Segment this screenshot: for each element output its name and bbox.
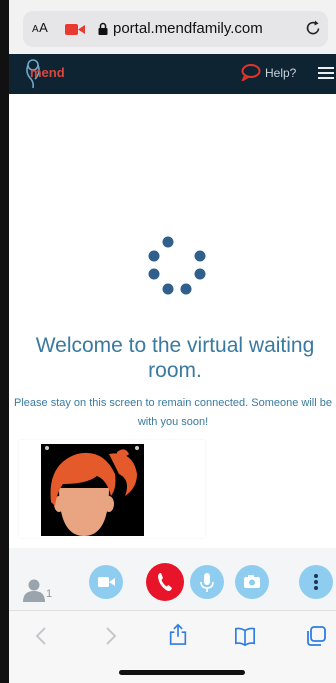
tabs-icon[interactable] xyxy=(305,625,327,647)
snapshot-button[interactable] xyxy=(235,565,269,599)
address-bar[interactable]: AA portal.mendfamily.com xyxy=(23,11,328,47)
device-bezel xyxy=(0,0,9,683)
book-icon[interactable] xyxy=(234,625,256,647)
chevron-left-icon[interactable] xyxy=(31,625,53,647)
url-text[interactable]: portal.mendfamily.com xyxy=(113,20,263,37)
reload-icon[interactable] xyxy=(304,19,322,37)
avatar xyxy=(41,444,144,536)
text-size-button[interactable]: AA xyxy=(32,20,48,35)
chevron-right-icon[interactable] xyxy=(99,625,121,647)
phone-screen: AA portal.mendfamily.com mend Help? Welc… xyxy=(0,0,336,683)
video-toggle-button[interactable] xyxy=(89,565,123,599)
loading-spinner-icon xyxy=(148,236,206,295)
self-video-preview[interactable] xyxy=(19,440,205,538)
waiting-room-title: Welcome to the virtual waiting room. xyxy=(35,334,315,382)
help-link[interactable]: Help? xyxy=(265,66,296,80)
logo-text: mend xyxy=(30,65,65,80)
more-vertical-icon xyxy=(314,574,318,590)
video-camera-icon xyxy=(98,577,115,587)
hamburger-menu-icon[interactable] xyxy=(318,66,334,80)
home-indicator[interactable] xyxy=(119,670,245,675)
app-header: mend Help? xyxy=(9,54,336,94)
call-controls: 1 xyxy=(9,548,336,610)
microphone-toggle-button[interactable] xyxy=(190,565,224,599)
more-options-button[interactable] xyxy=(299,565,333,599)
avatar-illustration xyxy=(45,446,139,536)
speech-bubble-icon[interactable] xyxy=(241,63,261,81)
hangup-button[interactable] xyxy=(146,563,184,601)
share-icon[interactable] xyxy=(167,623,189,645)
phone-hangup-icon xyxy=(158,573,172,591)
red-video-camera-icon[interactable] xyxy=(65,23,85,36)
camera-icon xyxy=(244,575,260,588)
lock-icon xyxy=(98,22,108,35)
browser-toolbar xyxy=(9,610,336,683)
participant-count: 1 xyxy=(46,588,53,600)
microphone-icon xyxy=(200,573,214,592)
waiting-room-subtitle: Please stay on this screen to remain con… xyxy=(14,397,332,428)
browser-address-area: AA portal.mendfamily.com xyxy=(9,0,336,54)
